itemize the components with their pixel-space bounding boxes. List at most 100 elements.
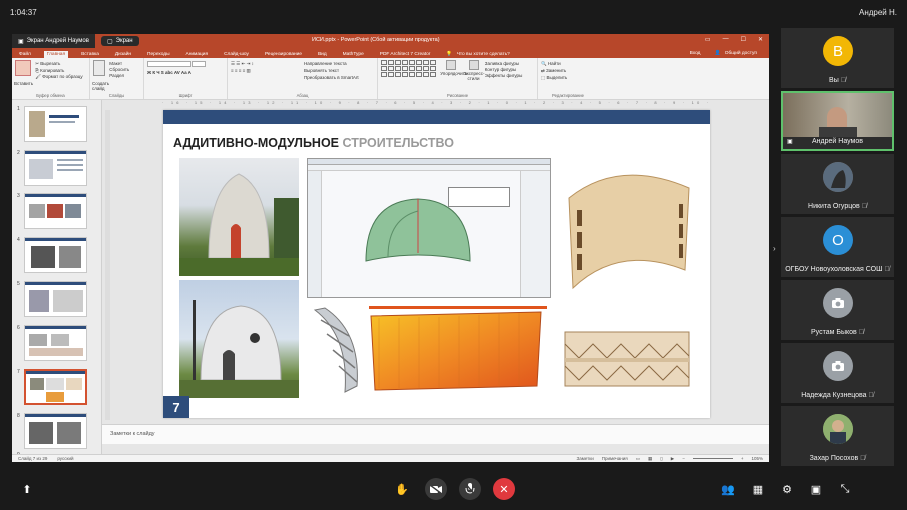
- font-name-input[interactable]: [147, 61, 191, 67]
- participant-tile[interactable]: Захар Посохов 🎙̸: [781, 406, 894, 466]
- participant-tile[interactable]: Надежда Кузнецова 🎙̸: [781, 343, 894, 403]
- tab-insert[interactable]: Вставка: [78, 51, 102, 58]
- comments-toggle[interactable]: Примечания: [602, 456, 628, 461]
- replace-button[interactable]: ⇄ Заменить: [541, 68, 595, 74]
- chevron-right-icon[interactable]: ›: [773, 244, 776, 253]
- align-text-button[interactable]: Выровнять текст: [304, 68, 339, 73]
- slide-thumb-4[interactable]: [24, 237, 87, 273]
- cut-button[interactable]: ✂ Вырезать: [35, 61, 82, 67]
- slide-thumb-1[interactable]: [24, 106, 87, 142]
- editing-group-name: Редактирование: [552, 93, 584, 98]
- tab-home[interactable]: Главная: [43, 51, 69, 58]
- arrange-icon[interactable]: [446, 60, 457, 70]
- quick-styles-button[interactable]: Экспресс-стили: [464, 71, 485, 81]
- participants-icon[interactable]: 👥: [717, 478, 739, 500]
- login-link[interactable]: Вход: [687, 50, 704, 57]
- zoom-in-icon[interactable]: +: [741, 456, 744, 461]
- paste-icon[interactable]: [15, 60, 31, 76]
- tab-file[interactable]: Файл: [16, 51, 34, 58]
- tab-review[interactable]: Рецензирование: [262, 51, 305, 58]
- zoom-level[interactable]: 105%: [751, 456, 763, 461]
- ribbon-display-icon[interactable]: ▭: [705, 36, 711, 43]
- end-call-button[interactable]: ✕: [493, 478, 515, 500]
- participant-tile[interactable]: О ОГБОУ Новоухоловская СОШ 🎙̸: [781, 217, 894, 277]
- text-direction-button[interactable]: Направление текста: [304, 61, 347, 66]
- pip-icon[interactable]: ▣: [805, 478, 827, 500]
- tab-animation[interactable]: Анимация: [183, 51, 212, 58]
- slide-thumb-3[interactable]: [24, 193, 87, 229]
- zoom-out-icon[interactable]: −: [682, 456, 685, 461]
- reset-button[interactable]: Сбросить: [109, 67, 129, 72]
- arrange-button[interactable]: Упорядочить: [440, 71, 467, 76]
- smartart-button[interactable]: Преобразовать в SmartArt: [304, 75, 359, 80]
- settings-gear-icon[interactable]: ⚙: [776, 478, 798, 500]
- tab-mathtype[interactable]: MathType: [340, 51, 367, 58]
- section-button[interactable]: Раздел: [109, 73, 129, 78]
- select-button[interactable]: ⬚ Выделить: [541, 75, 595, 81]
- sorter-view-icon[interactable]: ▦: [648, 456, 652, 462]
- participant-tile[interactable]: В Вы 🎙̸: [781, 28, 894, 88]
- slide-thumb-8[interactable]: [24, 413, 87, 449]
- minimize-icon[interactable]: —: [723, 36, 729, 43]
- tab-view[interactable]: Вид: [315, 51, 330, 58]
- new-slide-icon[interactable]: [93, 60, 105, 76]
- slides-group-name: Слайды: [108, 93, 125, 98]
- slide-canvas[interactable]: АДДИТИВНО-МОДУЛЬНОЕ СТРОИТЕЛЬСТВО 7: [163, 110, 710, 418]
- font-format-buttons[interactable]: Ж К Ч S abc AV Aa A: [147, 70, 224, 75]
- editing-group: 🔍 Найти ⇄ Заменить ⬚ Выделить Редактиров…: [538, 58, 598, 99]
- mic-off-icon: 🎙̸: [884, 266, 890, 273]
- tell-me-search[interactable]: 💡 Что вы хотите сделать?: [443, 51, 515, 58]
- tab-slideshow[interactable]: Слайд-шоу: [221, 51, 252, 58]
- copy-button[interactable]: ⎘ Копировать: [35, 68, 82, 73]
- participant-tile[interactable]: Никита Огурцов 🎙̸: [781, 154, 894, 214]
- camera-icon: [823, 288, 853, 318]
- collapse-icon[interactable]: ⤡: [834, 478, 856, 500]
- screen-badge[interactable]: ▢ Экран: [100, 36, 139, 46]
- current-user-label: Андрей Н.: [858, 8, 897, 17]
- mic-off-icon[interactable]: [459, 478, 481, 500]
- paste-label[interactable]: Вставить: [14, 81, 33, 86]
- notes-toggle[interactable]: Заметки: [577, 456, 594, 461]
- slide-thumb-2[interactable]: [24, 150, 87, 186]
- screen-share-label: ▣ Экран Андрей Наумов: [12, 34, 95, 48]
- close-icon[interactable]: ✕: [758, 36, 763, 43]
- present-screen-icon[interactable]: ⬆: [16, 478, 38, 500]
- shape-outline-button[interactable]: Контур фигуры: [485, 67, 523, 72]
- paragraph-group: ☰ ☰ ⇤ ⇥ ↕ Направление текста Выровнять т…: [228, 58, 378, 99]
- tab-pdf-architect[interactable]: PDF Architect 7 Creator: [377, 51, 434, 58]
- raise-hand-icon[interactable]: ✋: [391, 478, 413, 500]
- slide-notes-field[interactable]: Заметки к слайду: [102, 424, 769, 444]
- participant-name: Надежда Кузнецова: [801, 392, 867, 399]
- slide-thumbnails-panel[interactable]: 1 2 3 4 5 6 7 8: [12, 100, 102, 458]
- tab-transitions[interactable]: Переходы: [144, 51, 173, 58]
- participant-name: Вы: [829, 77, 839, 84]
- grid-view-icon[interactable]: ▦: [747, 478, 769, 500]
- quick-styles-icon[interactable]: [468, 60, 479, 70]
- font-size-input[interactable]: [192, 61, 207, 67]
- find-button[interactable]: 🔍 Найти: [541, 61, 595, 67]
- tab-design[interactable]: Дизайн: [112, 51, 134, 58]
- slide-thumb-6[interactable]: [24, 325, 87, 361]
- zoom-slider[interactable]: [692, 458, 733, 459]
- layout-button[interactable]: Макет: [109, 61, 129, 66]
- slide-thumb-7[interactable]: [24, 369, 87, 405]
- new-slide-label[interactable]: Создать слайд: [92, 81, 112, 91]
- language-indicator[interactable]: русский: [57, 456, 73, 461]
- ppt-statusbar: Слайд 7 из 29 русский Заметки Примечания…: [12, 454, 769, 462]
- shape-fill-button[interactable]: Заливка фигуры: [485, 61, 523, 66]
- maximize-icon[interactable]: ☐: [741, 36, 746, 43]
- format-painter-button[interactable]: 🖌 Формат по образцу: [35, 74, 82, 80]
- slide-title[interactable]: АДДИТИВНО-МОДУЛЬНОЕ СТРОИТЕЛЬСТВО: [173, 136, 454, 150]
- slideshow-view-icon[interactable]: ▶: [671, 456, 674, 462]
- shape-effects-button[interactable]: Эффекты фигуры: [485, 73, 523, 78]
- list-buttons[interactable]: ☰ ☰ ⇤ ⇥ ↕: [231, 61, 374, 67]
- normal-view-icon[interactable]: ▭: [636, 456, 640, 462]
- reading-view-icon[interactable]: ▯: [660, 456, 662, 462]
- align-buttons[interactable]: ≡ ≡ ≡ ≡ ▥: [231, 68, 374, 74]
- camera-off-icon[interactable]: [425, 478, 447, 500]
- participant-tile-active[interactable]: ▣ Андрей Наумов: [781, 91, 894, 151]
- slide-thumb-5[interactable]: [24, 281, 87, 317]
- participant-tile[interactable]: Рустам Быков 🎙̸: [781, 280, 894, 340]
- share-button[interactable]: 👤 Общий доступ: [711, 50, 763, 57]
- shapes-gallery[interactable]: [381, 60, 436, 77]
